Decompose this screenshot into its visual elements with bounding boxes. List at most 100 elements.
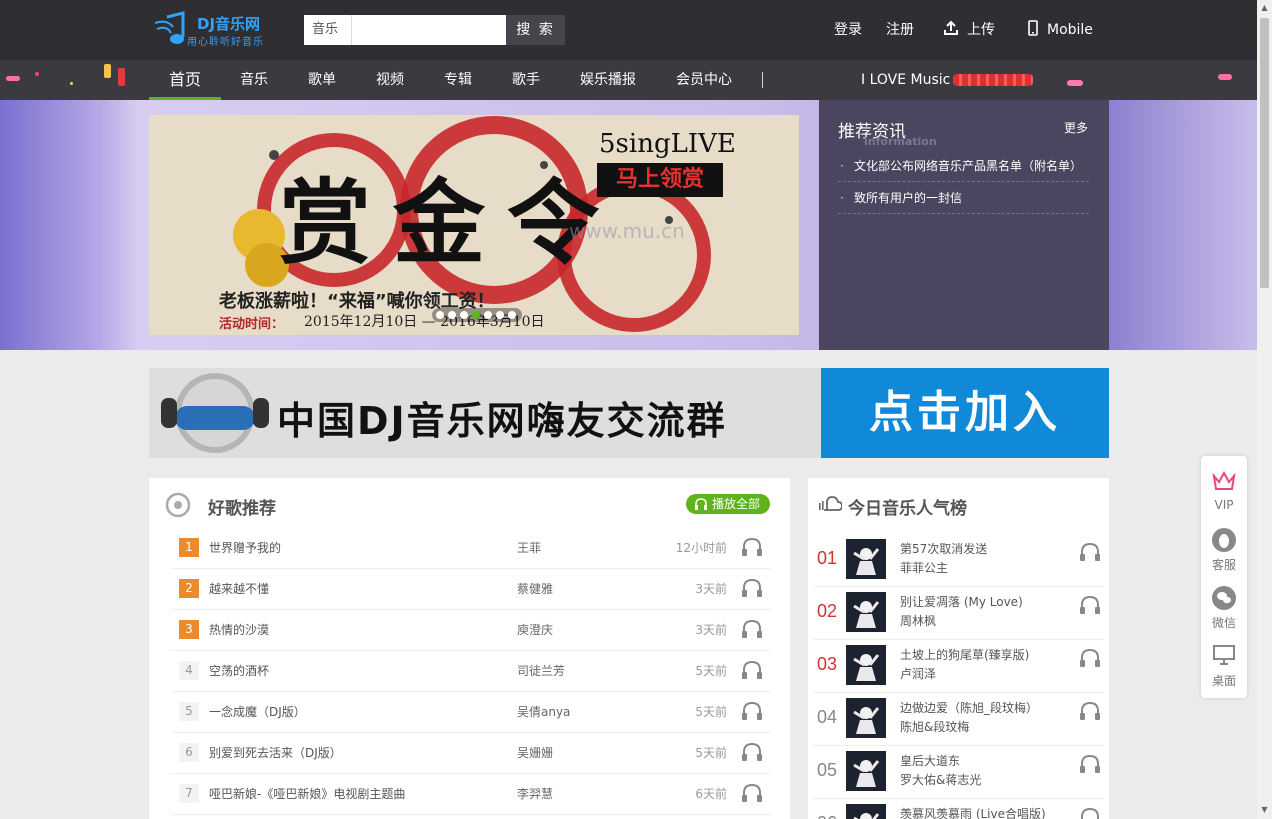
song-artist[interactable]: 庾澄庆 [517,610,553,651]
song-artist[interactable]: 蔡健雅 [517,569,553,610]
song-time: 12小时前 [675,541,727,555]
rank-song-title[interactable]: 边做边爱（陈旭_段玟梅） [900,699,1038,716]
rank-artist[interactable]: 罗大佑&蒋志光 [900,771,981,788]
song-row[interactable]: 4 空荡的酒杯 司徒兰芳 5天前 [171,651,771,692]
slide-dot[interactable] [508,311,516,319]
album-cover[interactable] [846,698,886,738]
rank-row[interactable]: 02 别让爱凋落 (My Love) 周林枫 [813,587,1104,640]
listen-headphones-icon[interactable] [1079,701,1101,725]
nav-music[interactable]: 音乐 [240,60,268,100]
nav-member-center[interactable]: 会员中心 [676,60,732,100]
song-row[interactable]: 2 越来越不懂 蔡健雅 3天前 [171,569,771,610]
slide-dot[interactable] [436,311,444,319]
desktop-tool[interactable]: 桌面 [1201,634,1247,692]
listen-headphones-icon[interactable] [741,701,763,724]
rank-song-title[interactable]: 别让爱凋落 (My Love) [900,593,1023,610]
slide-dot[interactable] [496,311,504,319]
rank-artist[interactable]: 卢润泽 [900,665,936,682]
nav-videos[interactable]: 视频 [376,60,404,100]
song-artist[interactable]: 吴倩anya [517,692,570,733]
rank-row[interactable]: 04 边做边爱（陈旭_段玟梅） 陈旭&段玟梅 [813,693,1104,746]
rank-row[interactable]: 01 第57次取消发送 菲菲公主 [813,534,1104,587]
banner-slide[interactable]: 赏金令 5singLIVE 马上领赏 老板涨薪啦！“来福”喊你领工资！ 活动时间… [149,115,799,335]
scrollbar-thumb[interactable] [1260,18,1269,288]
slide-dot[interactable] [448,311,456,319]
slide-dot[interactable] [460,311,468,319]
rank-artist[interactable]: 菲菲公主 [900,559,948,576]
song-row[interactable]: 7 哑巴新娘-《哑巴新娘》电视剧主题曲 李羿慧 6天前 [171,774,771,815]
listen-headphones-icon[interactable] [1079,595,1101,619]
song-title[interactable]: 热情的沙漠 [209,610,269,651]
song-title[interactable]: 越来越不懂 [209,569,269,610]
news-item[interactable]: 文化部公布网络音乐产品黑名单（附名单） [838,150,1089,182]
qq-group-ad-banner[interactable]: 中国DJ音乐网嗨友交流群 点击加入 [149,368,1109,458]
rank-artist[interactable]: 陈旭&段玟梅 [900,718,969,735]
song-artist[interactable]: 吴姗姗 [517,733,553,774]
scroll-down-arrow-icon[interactable]: ▼ [1260,805,1269,814]
listen-headphones-icon[interactable] [1079,754,1101,778]
news-more-link[interactable]: 更多 [1064,119,1088,136]
listen-headphones-icon[interactable] [741,660,763,683]
listen-headphones-icon[interactable] [741,537,763,560]
listen-headphones-icon[interactable] [741,619,763,642]
song-artist[interactable]: 李羿慧 [517,774,553,815]
listen-headphones-icon[interactable] [1079,807,1101,819]
news-item[interactable]: 致所有用户的一封信 [838,182,1089,214]
listen-headphones-icon[interactable] [1079,542,1101,566]
song-title[interactable]: 一念成魔（DJ版） [209,692,306,733]
search-button[interactable]: 搜 索 [506,15,565,45]
rank-row[interactable]: 05 皇后大道东 罗大佑&蒋志光 [813,746,1104,799]
vip-tool[interactable]: VIP [1201,460,1247,518]
wechat-tool[interactable]: 微信 [1201,576,1247,634]
song-title[interactable]: 别爱到死去活来（DJ版） [209,733,342,774]
rank-artist[interactable]: 周林枫 [900,612,936,629]
album-cover[interactable] [846,539,886,579]
rank-song-title[interactable]: 土坡上的狗尾草(臻享版) [900,646,1029,663]
slide-indicator-bar [432,308,522,322]
nav-albums[interactable]: 专辑 [444,60,472,100]
nav-playlists[interactable]: 歌单 [308,60,336,100]
song-artist[interactable]: 司徒兰芳 [517,651,565,692]
rank-row[interactable]: 03 土坡上的狗尾草(臻享版) 卢润泽 [813,640,1104,693]
listen-headphones-icon[interactable] [741,742,763,765]
song-rank-number: 7 [179,784,199,803]
rank-number: 04 [817,707,838,727]
rank-song-title[interactable]: 第57次取消发送 [900,540,987,557]
nav-entertainment[interactable]: 娱乐播报 [580,60,636,100]
nav-singers[interactable]: 歌手 [512,60,540,100]
song-row[interactable]: 3 热情的沙漠 庾澄庆 3天前 [171,610,771,651]
album-cover[interactable] [846,751,886,791]
song-title[interactable]: 哑巴新娘-《哑巴新娘》电视剧主题曲 [209,774,405,815]
upload-link[interactable]: 上传 [943,20,995,40]
register-link[interactable]: 注册 [886,20,914,40]
listen-headphones-icon[interactable] [1079,648,1101,672]
slide-dot[interactable] [484,311,492,319]
slide-dot-active[interactable] [472,311,480,319]
page-scrollbar[interactable]: ▲ ▼ [1257,0,1272,819]
search-input[interactable] [352,15,506,45]
song-title[interactable]: 世界赠予我的 [209,528,281,569]
album-cover[interactable] [846,592,886,632]
customer-service-tool[interactable]: 客服 [1201,518,1247,576]
album-cover[interactable] [846,804,886,819]
scroll-up-arrow-icon[interactable]: ▲ [1260,3,1269,12]
album-cover[interactable] [846,645,886,685]
rank-song-title[interactable]: 羡慕风羡慕雨 (Live合唱版) [900,805,1046,819]
login-link[interactable]: 登录 [834,20,862,40]
listen-headphones-icon[interactable] [741,578,763,601]
song-row[interactable]: 1 世界赠予我的 王菲 12小时前 [171,528,771,569]
song-artist[interactable]: 王菲 [517,528,541,569]
site-logo[interactable]: DJ音乐网 用心聆听好音乐 [153,11,278,51]
search-category-select[interactable]: 音乐 [304,15,352,45]
song-rank-number: 1 [179,538,199,557]
nav-home[interactable]: 首页 [149,60,222,100]
song-row[interactable]: 6 别爱到死去活来（DJ版） 吴姗姗 5天前 [171,733,771,774]
listen-headphones-icon[interactable] [741,783,763,806]
join-group-button[interactable]: 点击加入 [821,368,1109,458]
song-title[interactable]: 空荡的酒杯 [209,651,269,692]
mobile-link[interactable]: Mobile [1028,20,1093,40]
play-all-button[interactable]: 播放全部 [686,494,770,514]
rank-song-title[interactable]: 皇后大道东 [900,752,960,769]
rank-row[interactable]: 06 羡慕风羡慕雨 (Live合唱版) [813,799,1104,819]
song-row[interactable]: 5 一念成魔（DJ版） 吴倩anya 5天前 [171,692,771,733]
